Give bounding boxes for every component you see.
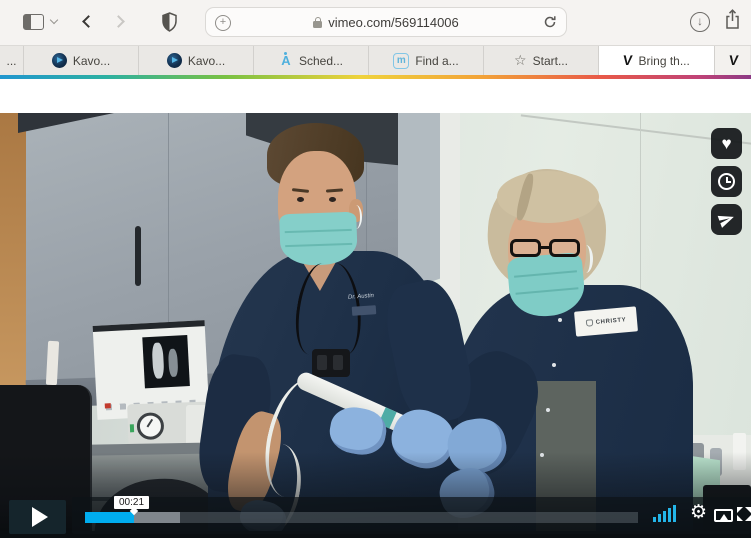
play-button[interactable] [9,500,66,534]
mask-ear-loop [350,205,362,229]
xray-film [142,334,190,389]
tab-label: Bring th... [638,53,690,68]
status-led [129,424,135,433]
light-switch [45,340,60,386]
assistant-hair-fringe [497,171,599,223]
progress-buffer [134,512,180,523]
assistant-glasses [510,239,541,257]
tab-overflow-left[interactable]: ... [0,46,24,75]
video-player[interactable]: CHRISTY Dr. Austin 00:21 ⚙ ♥ [0,113,751,538]
downloads-button[interactable]: ↓ [690,12,710,32]
tab-kavo-1[interactable]: Kavo... [24,46,139,75]
heart-icon: ♥ [721,133,732,153]
eye [297,197,304,202]
settings-gear-icon[interactable]: ⚙ [690,502,707,524]
progress-bar[interactable] [85,512,638,523]
jacket-button [546,408,550,412]
address-bar[interactable]: + vimeo.com/569114006 [205,7,567,37]
tab-find-a[interactable]: m Find a... [369,46,484,75]
share-button[interactable] [724,9,741,35]
sidebar-toggle-icon[interactable] [23,14,44,30]
tab-label: Kavo... [187,53,226,68]
schedule-app-icon: A [281,51,291,68]
cabinet-handle [135,226,141,286]
fullscreen-icon[interactable] [737,507,751,521]
vimeo-logo-icon: V [622,52,634,68]
tab-bar: ... Kavo... Kavo... A Sched... m Find a.… [0,45,751,75]
page-options-icon[interactable]: + [215,15,231,31]
time-tooltip: 00:21 [114,496,150,509]
lock-icon [313,16,323,28]
like-button[interactable]: ♥ [711,128,742,159]
forward-button[interactable] [112,15,125,28]
tab-label: Kavo... [72,53,111,68]
watch-later-button[interactable] [711,166,742,197]
tab-vimeo-active[interactable]: V Bring th... [599,46,715,75]
paper-plane-icon [717,215,734,228]
back-button[interactable] [82,15,95,28]
vimeo-logo-icon: V [728,52,740,68]
clock-icon [718,173,735,190]
play-icon [31,507,48,527]
wood-wall-strip [0,113,26,418]
tab-overflow-right[interactable]: V [715,46,750,75]
tooth-logo [585,319,594,327]
chevron-down-icon[interactable] [49,15,59,25]
reload-icon[interactable] [543,15,557,34]
kavo-favicon [51,53,67,68]
tab-label: Sched... [298,53,344,68]
tab-kavo-2[interactable]: Kavo... [139,46,254,75]
assistant-glasses [549,239,580,257]
door-frame [440,113,460,309]
jacket-button [552,363,556,367]
jacket-button [558,318,562,322]
browser-toolbar: + vimeo.com/569114006 ↓ [0,0,751,45]
tab-start[interactable]: ☆ Start... [484,46,599,75]
kavo-favicon [166,53,182,68]
tab-label: Start... [532,53,568,68]
volume-control[interactable] [653,505,677,522]
tab-label: Find a... [415,53,459,68]
progress-fill [85,512,134,523]
pressure-dial [136,412,165,441]
tab-schedule[interactable]: A Sched... [254,46,369,75]
glasses-bridge [541,246,551,249]
url-text: vimeo.com/569114006 [328,14,459,30]
mask-ear-loop [579,245,593,273]
picture-in-picture-icon[interactable] [714,509,733,522]
m-logo-icon: m [393,52,410,69]
dental-loupes [312,349,350,377]
share-video-button[interactable] [711,204,742,235]
privacy-shield-icon[interactable] [161,12,178,37]
page-background [0,79,751,113]
safari-window: + vimeo.com/569114006 ↓ ... Kavo... Kavo… [0,0,751,538]
eye [329,197,336,202]
star-icon: ☆ [514,52,527,68]
scrub-pocket-tag [351,305,377,316]
record-dot [104,403,111,409]
